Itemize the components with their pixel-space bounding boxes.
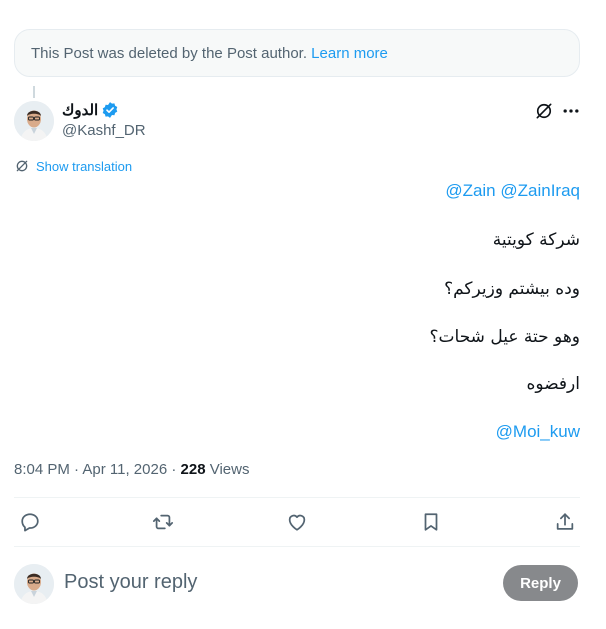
learn-more-link[interactable]: Learn more	[311, 45, 388, 62]
post-mention-line: @Zain @ZainIraq	[445, 181, 580, 201]
post-text-line: وهو حتة عيل شحات؟	[429, 327, 581, 347]
mention-link[interactable]: @Moi_kuw	[496, 422, 580, 442]
grok-icon[interactable]	[533, 100, 555, 122]
more-options-icon[interactable]	[560, 100, 582, 122]
thread-connector-line	[33, 86, 35, 98]
views-label: Views	[209, 461, 250, 478]
current-user-avatar[interactable]	[14, 564, 54, 604]
mention-link[interactable]: @ZainIraq	[500, 181, 580, 200]
share-icon[interactable]	[553, 510, 577, 534]
reply-input[interactable]: Post your reply	[64, 571, 197, 594]
post-text-line: ارفضوه	[526, 374, 581, 394]
post-time[interactable]: 8:04 PM	[14, 461, 70, 478]
views-count: 228	[180, 461, 206, 478]
show-translation-label[interactable]: Show translation	[36, 159, 132, 174]
verified-badge-icon	[101, 101, 119, 119]
deleted-notice-text: This Post was deleted by the Post author…	[31, 45, 307, 62]
author-avatar[interactable]	[14, 101, 54, 141]
author-handle[interactable]: @Kashf_DR	[62, 122, 146, 139]
reply-icon[interactable]	[18, 510, 42, 534]
post-meta: 8:04 PM · Apr 11, 2026 · 228 Views	[14, 461, 250, 478]
mention-link[interactable]: @Zain	[445, 181, 495, 200]
reply-button[interactable]: Reply	[503, 565, 578, 601]
divider	[14, 546, 580, 547]
divider	[14, 497, 580, 498]
post-text-line: شركة كويتية	[492, 230, 580, 250]
translate-icon	[14, 158, 30, 174]
post-date[interactable]: Apr 11, 2026	[82, 461, 167, 478]
show-translation-link[interactable]: Show translation	[14, 158, 132, 174]
author-display-name[interactable]: الدوك	[62, 101, 98, 119]
like-icon[interactable]	[285, 510, 309, 534]
deleted-post-notice: This Post was deleted by the Post author…	[14, 29, 580, 77]
author-name[interactable]: الدوك	[62, 101, 119, 119]
post-text-line: وده بيشتم وزيركم؟	[444, 279, 580, 299]
bookmark-icon[interactable]	[419, 510, 443, 534]
repost-icon[interactable]	[151, 510, 175, 534]
